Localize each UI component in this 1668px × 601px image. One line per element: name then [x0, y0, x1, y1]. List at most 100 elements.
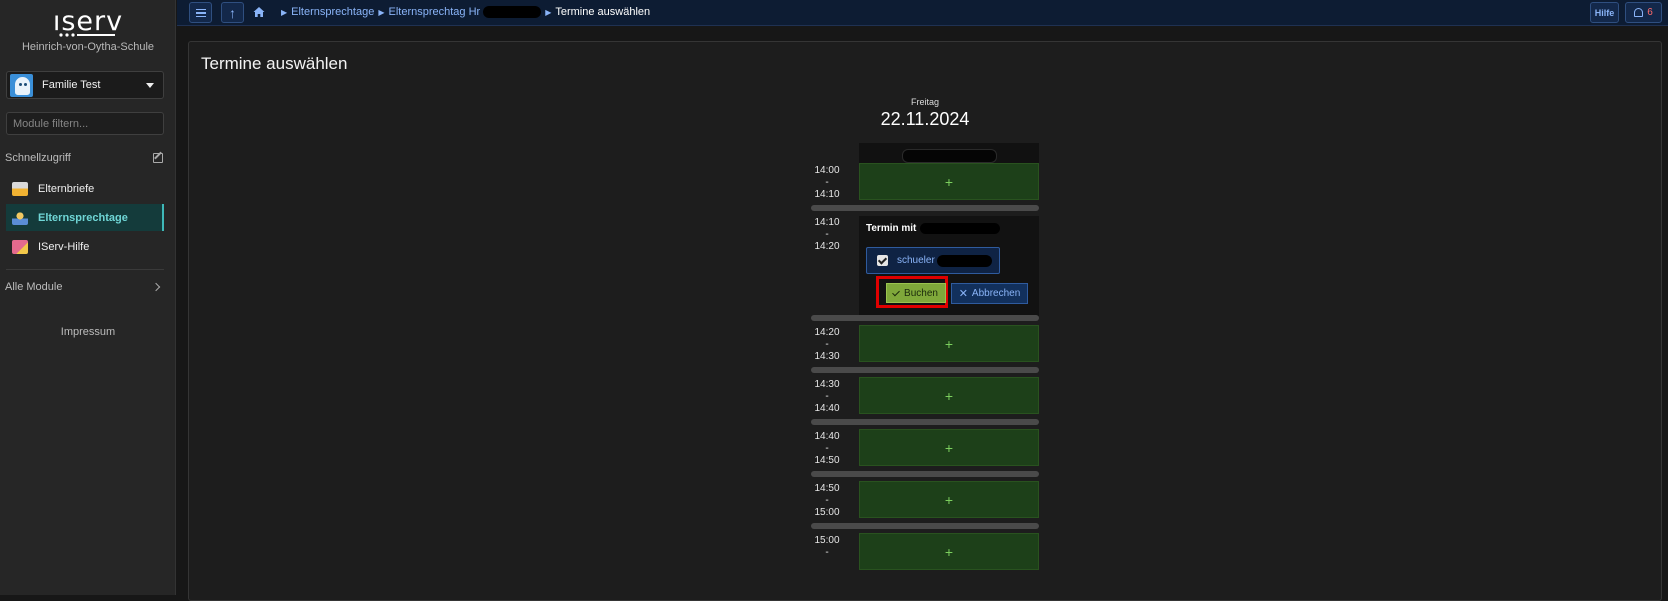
weekday: Freitag	[910, 97, 939, 107]
quick-access-header: Schnellzugriff	[5, 152, 165, 164]
book-slot-button[interactable]: +	[859, 325, 1039, 362]
slot-dash: -	[825, 339, 829, 350]
menu-toggle-button[interactable]	[189, 2, 212, 23]
slot-dash: -	[825, 229, 829, 240]
breadcrumb: ▶ Elternsprechtage ▶ Elternsprechtag Hr …	[277, 6, 650, 18]
user-name: Familie Test	[42, 79, 101, 91]
help-button[interactable]: Hilfe	[1590, 2, 1619, 23]
slot-time: 15:00 -	[807, 535, 847, 559]
student-name: schueler	[897, 255, 935, 266]
slot-end: 14:20	[814, 241, 840, 252]
breadcrumb-separator: ▶	[378, 7, 385, 17]
notifications-button[interactable]: 6	[1625, 2, 1662, 23]
slot-separator	[811, 205, 1039, 211]
booking-form: Termin mit schueler Buchen ✕ Abbrechen	[859, 216, 1039, 316]
slot-time: 14:20 - 14:30	[807, 327, 847, 363]
termin-mit-label: Termin mit	[866, 223, 917, 234]
quick-access-label: Schnellzugriff	[5, 152, 71, 164]
slot-separator	[811, 367, 1039, 373]
plus-icon: +	[944, 173, 954, 190]
top-bar: ↑ ▶ Elternsprechtage ▶ Elternsprechtag H…	[177, 0, 1668, 26]
sidebar-item-iserv-hilfe[interactable]: IServ-Hilfe	[6, 233, 164, 260]
slot-time: 14:40 - 14:50	[807, 431, 847, 467]
chevron-right-icon	[151, 282, 161, 292]
slot-start: 14:50	[814, 483, 840, 494]
bell-icon	[1634, 8, 1644, 17]
book-slot-button[interactable]: +	[859, 533, 1039, 570]
speech-day-icon	[12, 210, 28, 225]
breadcrumb-elternsprechtag[interactable]: Elternsprechtag Hr	[388, 6, 480, 18]
logo-text: ıserv	[52, 6, 124, 37]
hamburger-icon	[195, 8, 206, 17]
sidebar-item-elternbriefe[interactable]: Elternbriefe	[6, 175, 164, 202]
slot-start: 15:00	[814, 535, 840, 546]
sidebar: ıserv Heinrich-von-Oytha-Schule Familie …	[0, 0, 176, 595]
sidebar-divider	[6, 269, 164, 270]
slot-end: 14:50	[814, 455, 840, 466]
plus-icon: +	[944, 491, 954, 508]
page-title: Termine auswählen	[201, 54, 348, 73]
redacted-name	[483, 6, 542, 18]
slot-end: 14:10	[814, 189, 840, 200]
slot-start: 14:40	[814, 431, 840, 442]
book-button[interactable]: Buchen	[886, 283, 946, 303]
all-modules-label: Alle Module	[5, 281, 63, 293]
help-icon	[12, 239, 28, 254]
book-label: Buchen	[904, 287, 938, 299]
slot-start: 14:20	[814, 327, 840, 338]
slot-start: 14:30	[814, 379, 840, 390]
slot-time: 14:10 - 14:20	[807, 217, 847, 253]
slot-separator	[811, 471, 1039, 477]
book-slot-button[interactable]: +	[859, 163, 1039, 200]
book-slot-button[interactable]: +	[859, 377, 1039, 414]
sidebar-item-elternsprechtage[interactable]: Elternsprechtage	[6, 204, 164, 231]
check-icon	[892, 288, 900, 296]
main-panel: Termine auswählen Freitag 22.11.2024 14:…	[188, 41, 1662, 601]
notification-count: 6	[1647, 7, 1653, 18]
plus-icon: +	[944, 335, 954, 352]
school-name: Heinrich-von-Oytha-Schule	[21, 41, 155, 53]
arrow-up-icon: ↑	[229, 4, 236, 21]
breadcrumb-current: Termine auswählen	[555, 6, 651, 18]
user-switcher[interactable]: Familie Test	[6, 71, 164, 99]
avatar	[10, 73, 33, 97]
slot-time: 14:30 - 14:40	[807, 379, 847, 415]
plus-icon: +	[944, 387, 954, 404]
slot-separator	[811, 523, 1039, 529]
redacted-teacher-name	[920, 223, 1001, 234]
student-checkbox[interactable]	[877, 255, 888, 266]
breadcrumb-elternsprechtage[interactable]: Elternsprechtage	[291, 6, 374, 18]
breadcrumb-separator: ▶	[281, 7, 288, 17]
up-button[interactable]: ↑	[221, 2, 244, 23]
slot-separator	[811, 315, 1039, 321]
slot-dash: -	[825, 443, 829, 454]
date: 22.11.2024	[880, 109, 970, 129]
cancel-label: Abbrechen	[971, 288, 1021, 299]
sidebar-item-label: Elternsprechtage	[38, 211, 128, 224]
iserv-logo[interactable]: ıserv	[0, 8, 176, 40]
slot-time: 14:00 - 14:10	[807, 165, 847, 201]
close-icon: ✕	[958, 288, 968, 300]
module-filter-input[interactable]	[6, 112, 164, 135]
impressum-link[interactable]: Impressum	[0, 326, 176, 338]
all-modules-link[interactable]: Alle Module	[5, 281, 165, 293]
redacted-student-name	[936, 254, 992, 267]
redacted-teacher-name	[901, 149, 997, 163]
book-slot-button[interactable]: +	[859, 481, 1039, 518]
slot-dash: -	[825, 495, 829, 506]
caret-down-icon	[146, 82, 154, 88]
slot-separator	[811, 419, 1039, 425]
slot-start: 14:00	[814, 165, 840, 176]
logo-dots-icon	[59, 33, 115, 37]
book-slot-button[interactable]: +	[859, 429, 1039, 466]
cancel-button[interactable]: ✕ Abbrechen	[951, 283, 1028, 304]
slot-start: 14:10	[814, 217, 840, 228]
home-icon[interactable]	[253, 6, 265, 18]
slot-end: 14:30	[814, 351, 840, 362]
sidebar-item-label: Elternbriefe	[38, 182, 95, 195]
booking-title: Termin mit	[866, 223, 1001, 234]
slot-time: 14:50 - 15:00	[807, 483, 847, 519]
sidebar-item-label: IServ-Hilfe	[38, 240, 90, 253]
student-option[interactable]: schueler	[866, 247, 1000, 274]
edit-icon[interactable]	[153, 153, 163, 163]
